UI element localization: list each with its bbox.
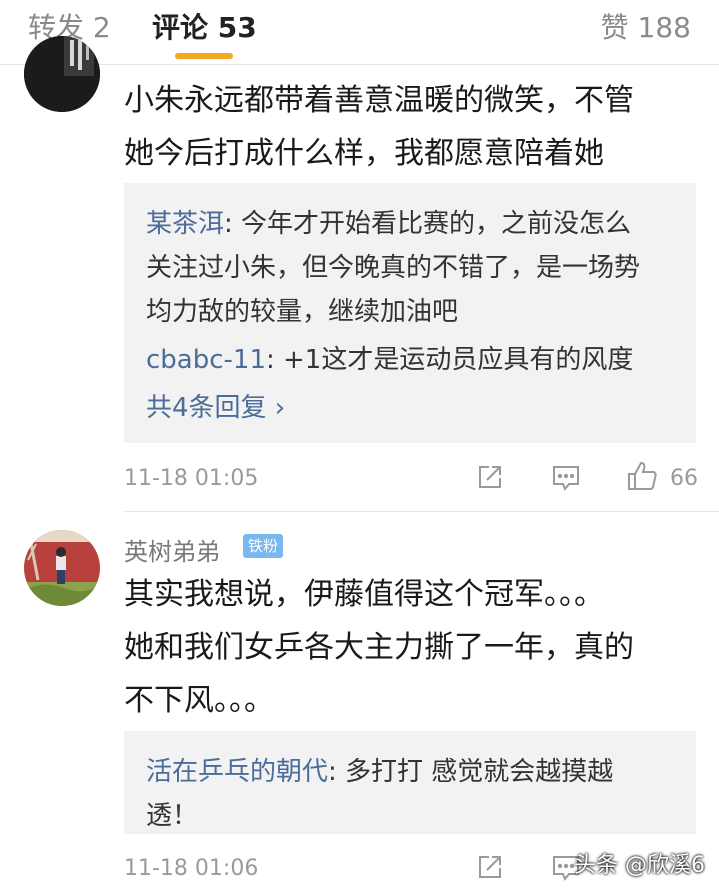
comment-icon[interactable] <box>551 463 581 497</box>
comment-line: 不下风。。。 <box>124 683 274 718</box>
header-divider <box>0 64 719 65</box>
reply[interactable]: 活在乒乓的朝代: 多打打 感觉就会越摸越 <box>146 751 613 788</box>
reply-text: : 今年才开始看比赛的，之前没怎么 <box>224 209 632 239</box>
comment-divider <box>124 511 719 512</box>
comment-line: 其实我想说，伊藤值得这个冠军。。。 <box>124 577 604 612</box>
comment-line: 小朱永远都带着善意温暖的微笑，不管 <box>124 83 634 118</box>
reply-author[interactable]: cbabc-11 <box>146 345 266 375</box>
reply[interactable]: 某茶洱: 今年才开始看比赛的，之前没怎么 <box>146 203 631 240</box>
comment-line: 她和我们女乒各大主力撕了一年，真的 <box>124 630 634 665</box>
watermark: 头条 @欣溪6 <box>574 853 705 878</box>
thumbs-up-icon[interactable] <box>626 460 658 496</box>
reply-author[interactable]: 某茶洱 <box>146 209 224 239</box>
replies-box: 某茶洱: 今年才开始看比赛的，之前没怎么 关注过小朱，但今晚真的不错了，是一场势… <box>124 183 696 443</box>
reply-author[interactable]: 活在乒乓的朝代 <box>146 757 328 787</box>
reply-text: 均力敌的较量，继续加油吧 <box>146 297 459 327</box>
avatar[interactable] <box>24 530 100 606</box>
comment-line: 她今后打成什么样，我都愿意陪着她 <box>124 136 604 171</box>
tab-comments[interactable]: 评论 53 <box>152 6 257 46</box>
active-tab-indicator <box>175 53 233 59</box>
view-all-replies-link[interactable]: 共4条回复 › <box>146 387 285 424</box>
replies-box: 活在乒乓的朝代: 多打打 感觉就会越摸越 透！ <box>124 731 696 834</box>
comment-timestamp: 11-18 01:05 <box>124 466 259 491</box>
comment-body: 其实我想说，伊藤值得这个冠军。。。 她和我们女乒各大主力撕了一年，真的 不下风。… <box>124 568 684 727</box>
reply[interactable]: cbabc-11: +1这才是运动员应具有的风度 <box>146 339 633 376</box>
fan-badge: 铁粉 <box>243 534 284 558</box>
reply-text: : +1这才是运动员应具有的风度 <box>266 345 634 375</box>
tab-likes[interactable]: 赞 188 <box>601 6 691 46</box>
tab-bar: 转发 2 评论 53 赞 188 <box>0 0 719 64</box>
reply-text: : 多打打 感觉就会越摸越 <box>328 757 614 787</box>
comment-username[interactable]: 英树弟弟 <box>124 532 220 567</box>
share-icon[interactable] <box>476 463 504 495</box>
like-count: 66 <box>670 466 698 491</box>
reply-text: 透！ <box>146 801 199 831</box>
avatar[interactable] <box>24 36 100 112</box>
comment-timestamp: 11-18 01:06 <box>124 856 259 881</box>
share-icon[interactable] <box>476 853 504 885</box>
comment-body: 小朱永远都带着善意温暖的微笑，不管 她今后打成什么样，我都愿意陪着她 <box>124 74 684 180</box>
reply-text: 关注过小朱，但今晚真的不错了，是一场势 <box>146 253 641 283</box>
